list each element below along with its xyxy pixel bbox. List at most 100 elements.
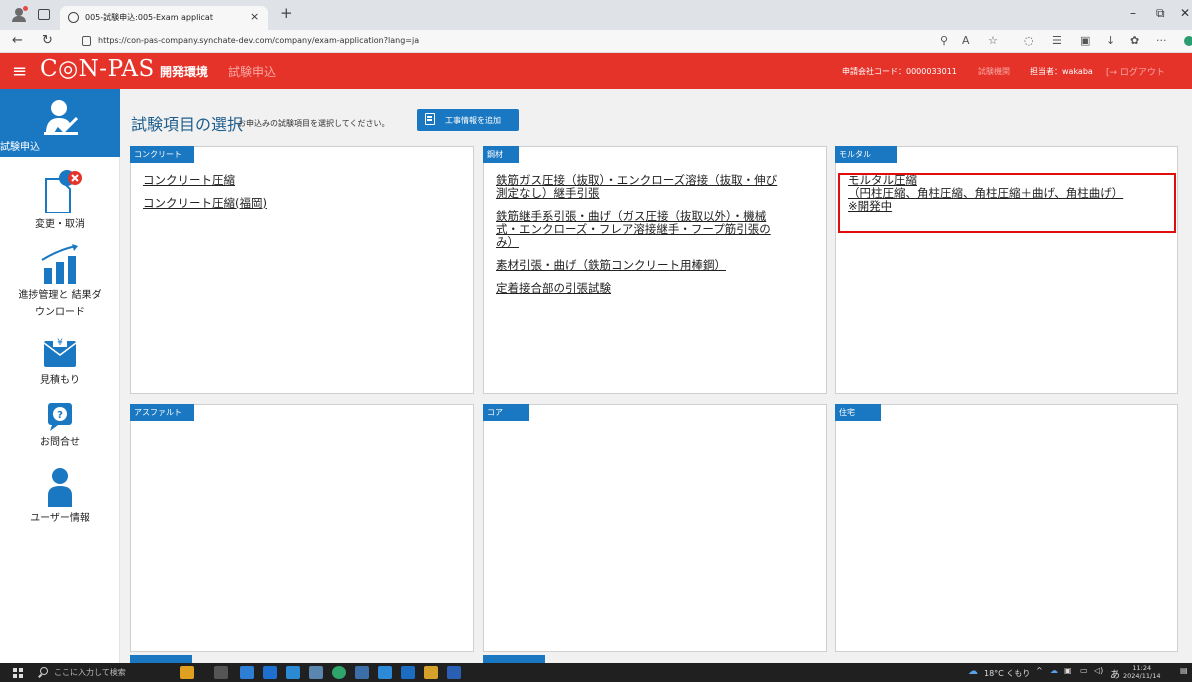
link-gas-pressure-welding[interactable]: 鉄筋ガス圧接（抜取）・エンクローズ溶接（抜取・伸び 測定なし）継手引張: [496, 174, 816, 200]
weather-icon: ☁: [968, 666, 978, 677]
tab-title: 005-試験申込:005-Exam applicat: [85, 13, 213, 22]
sidebar-item-label: 試験申込: [0, 142, 40, 153]
institution-label: 試験機関: [978, 67, 1010, 76]
key-icon[interactable]: ⚲: [940, 34, 948, 47]
sidebar-item-progress[interactable]: 進捗管理と 結果ダ ウンロード: [0, 244, 120, 321]
card-housing: 住宅: [835, 404, 1178, 652]
taskbar-app-icon[interactable]: [263, 666, 277, 679]
card-header: アスファルト: [130, 404, 194, 421]
sidebar: 試験申込 変更・取消 進捗管理と 結果ダ ウンロード ¥ 見積もり ? お問合せ…: [0, 89, 120, 663]
link-anchorage-tension-test[interactable]: 定着接合部の引張試験: [496, 282, 816, 295]
link-line: 測定なし）継手引張: [496, 186, 600, 200]
search-placeholder: ここに入力して検索: [54, 668, 126, 677]
link-rebar-joint-tension[interactable]: 鉄筋継手系引張・曲げ（ガス圧接（抜取以外）・機械 式・エンクローズ・フレア溶接継…: [496, 210, 816, 249]
battery-icon[interactable]: ▭: [1080, 666, 1088, 675]
weather-text[interactable]: 18°C くもり: [984, 668, 1030, 679]
sidebar-item-inquiry[interactable]: ? お問合せ: [0, 401, 120, 451]
tab-close-icon[interactable]: ×: [250, 10, 259, 23]
hamburger-menu-icon[interactable]: ≡: [12, 61, 27, 82]
card-header: 住宅: [835, 404, 881, 421]
card-header-stub: [130, 655, 192, 663]
sidebar-item-user-info[interactable]: ユーザー情報: [0, 467, 120, 527]
taskbar-app-icon[interactable]: [355, 666, 369, 679]
taskbar-app-icon[interactable]: [240, 666, 254, 679]
close-window-button[interactable]: ✕: [1180, 6, 1190, 20]
taskbar-clock[interactable]: 11:24 2024/11/14: [1123, 664, 1160, 680]
taskbar-search[interactable]: ここに入力して検索: [36, 665, 156, 680]
card-concrete: コンクリート コンクリート圧縮 コンクリート圧縮(福岡): [130, 146, 474, 394]
sidebar-item-label: 変更・取消: [35, 219, 85, 230]
refresh-icon[interactable]: ↻: [42, 33, 53, 48]
sidebar-item-estimate[interactable]: ¥ 見積もり: [0, 335, 120, 389]
maximize-button[interactable]: ⧉: [1156, 6, 1165, 21]
onedrive-icon[interactable]: ☁: [1050, 666, 1058, 675]
app-header: ≡ C◎N-PAS 開発環境 試験申込 申請会社コード：0000033011 試…: [0, 53, 1192, 89]
sidebar-item-exam-application[interactable]: 試験申込: [0, 89, 120, 157]
link-concrete-compression[interactable]: コンクリート圧縮: [143, 174, 463, 187]
search-icon: [40, 667, 48, 675]
task-view-icon[interactable]: [214, 666, 228, 679]
volume-icon[interactable]: ◁): [1094, 666, 1103, 675]
network-icon[interactable]: ▣: [1064, 666, 1072, 675]
taskbar-app-icon[interactable]: [424, 666, 438, 679]
address-bar: ← ↻ https://con-pas-company.synchate-dev…: [0, 30, 1192, 53]
link-line: 式・エンクローズ・フレア溶接継手・フープ筋引張の: [496, 222, 771, 236]
user-icon: [48, 468, 72, 507]
tab-actions-icon[interactable]: [38, 9, 50, 20]
document-plus-icon: [425, 113, 435, 125]
notification-icon[interactable]: ▤: [1180, 666, 1188, 675]
card-header: 鋼材: [483, 146, 519, 163]
browser-tab[interactable]: 005-試験申込:005-Exam applicat ×: [60, 6, 268, 30]
clock-time: 11:24: [1132, 664, 1152, 672]
logout-button[interactable]: [→ ログアウト: [1106, 65, 1165, 78]
downloads-icon[interactable]: ↓: [1106, 34, 1115, 47]
link-line: 鉄筋ガス圧接（抜取）・エンクローズ溶接（抜取・伸び: [496, 173, 778, 187]
taskbar-app-icon[interactable]: [180, 666, 194, 679]
copilot-icon[interactable]: ◌: [1024, 34, 1034, 47]
page-title: 試験項目の選択: [131, 115, 244, 134]
svg-text:?: ?: [57, 410, 63, 421]
edge-sidebar-icon[interactable]: [1184, 36, 1192, 46]
favorites-icon[interactable]: ☰: [1052, 34, 1062, 47]
back-icon[interactable]: ←: [12, 33, 23, 48]
document-cancel-icon: [45, 170, 82, 214]
url-field[interactable]: https://con-pas-company.synchate-dev.com…: [98, 36, 419, 45]
sidebar-item-change-cancel[interactable]: 変更・取消: [0, 169, 120, 233]
person-check-icon: [44, 100, 78, 135]
link-material-tension-bending[interactable]: 素材引張・曲げ（鉄筋コンクリート用棒鋼）: [496, 259, 816, 272]
new-tab-button[interactable]: +: [280, 4, 293, 22]
edge-taskbar-icon[interactable]: [332, 666, 346, 679]
link-concrete-compression-fukuoka[interactable]: コンクリート圧縮(福岡): [143, 197, 463, 210]
add-construction-info-button[interactable]: 工事情報を追加: [417, 109, 519, 131]
card-header: モルタル: [835, 146, 897, 163]
question-bubble-icon: ?: [48, 403, 72, 431]
clock-date: 2024/11/14: [1123, 672, 1161, 680]
environment-label: 開発環境: [160, 65, 209, 79]
more-menu-icon[interactable]: ···: [1156, 34, 1167, 47]
outlook-icon[interactable]: [401, 666, 415, 679]
minimize-button[interactable]: –: [1130, 6, 1136, 20]
card-steel: 鋼材 鉄筋ガス圧接（抜取）・エンクローズ溶接（抜取・伸び 測定なし）継手引張 鉄…: [483, 146, 827, 394]
link-line: 鉄筋継手系引張・曲げ（ガス圧接（抜取以外）・機械: [496, 209, 767, 223]
card-asphalt: アスファルト: [130, 404, 474, 652]
windows-taskbar: ここに入力して検索 ☁ 18°C くもり ^ ☁ ▣ ▭ ◁) あ 11:24 …: [0, 663, 1192, 682]
app-logo: C◎N-PAS: [40, 56, 155, 82]
browser-tab-bar: 005-試験申込:005-Exam applicat × + – ⧉ ✕: [0, 0, 1192, 30]
collections-icon[interactable]: ▣: [1080, 34, 1090, 47]
word-icon[interactable]: [447, 666, 461, 679]
favorite-star-icon[interactable]: ☆: [988, 34, 998, 47]
envelope-yen-icon: ¥: [43, 335, 77, 367]
sidebar-item-label: お問合せ: [40, 437, 80, 448]
taskbar-app-icon[interactable]: [378, 666, 392, 679]
read-aloud-icon[interactable]: A: [962, 34, 970, 47]
profile-icon[interactable]: [12, 6, 28, 22]
windows-start-icon[interactable]: [13, 668, 23, 678]
ime-indicator[interactable]: あ: [1110, 666, 1120, 681]
bar-chart-icon: [41, 244, 78, 284]
taskbar-app-icon[interactable]: [309, 666, 323, 679]
taskbar-app-icon[interactable]: [286, 666, 300, 679]
card-header-stub: [483, 655, 545, 663]
tray-chevron-icon[interactable]: ^: [1036, 666, 1043, 675]
favicon-icon: [68, 12, 79, 23]
extensions-icon[interactable]: ✿: [1130, 34, 1139, 47]
